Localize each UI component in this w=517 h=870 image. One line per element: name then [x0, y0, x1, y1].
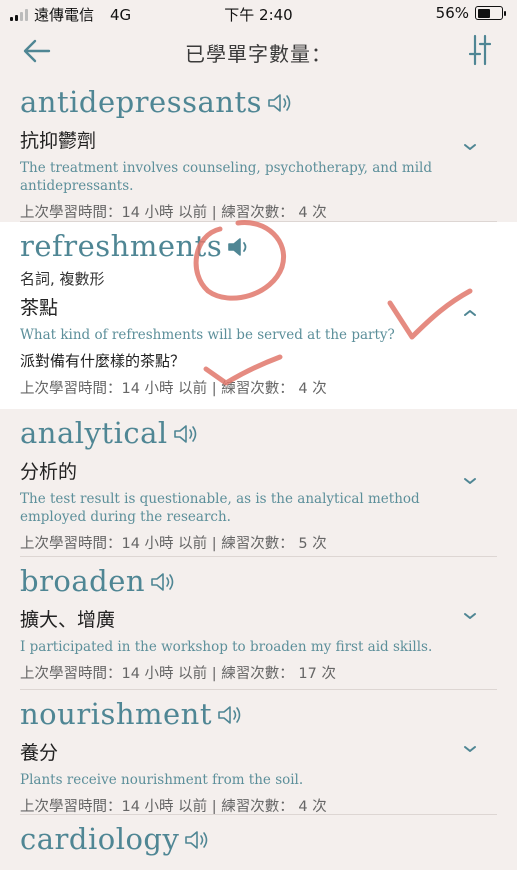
sliders-icon[interactable]: [469, 34, 491, 66]
word-card[interactable]: analytical 分析的 The test result is questi…: [0, 409, 517, 557]
example-sentence: Plants receive nourishment from the soil…: [20, 772, 304, 788]
last-study-time: 上次學習時間：14 小時 以前: [20, 381, 208, 397]
practice-count: 練習次數： 4 次: [221, 799, 327, 815]
speaker-icon[interactable]: [267, 92, 293, 114]
example-sentence: I participated in the workshop to broade…: [20, 639, 433, 655]
chevron-down-icon[interactable]: [463, 476, 477, 486]
example-sentence: What kind of refreshments will be served…: [20, 327, 395, 343]
word-card[interactable]: broaden 擴大、增廣 I participated in the work…: [0, 557, 517, 690]
chevron-down-icon[interactable]: [463, 142, 477, 152]
word-meaning: 茶點: [20, 297, 59, 319]
navigation-bar: 已學單字數量：: [0, 26, 517, 78]
study-meta: 上次學習時間：14 小時 以前 | 練習次數： 5 次: [20, 536, 327, 552]
word-card[interactable]: cardiology: [0, 815, 517, 870]
example-sentence: The treatment involves counseling, psych…: [20, 160, 432, 194]
practice-count: 練習次數： 5 次: [221, 536, 327, 552]
last-study-time: 上次學習時間：14 小時 以前: [20, 666, 208, 682]
word-meaning: 擴大、增廣: [20, 609, 116, 631]
word-text: antidepressants: [20, 85, 262, 119]
word-meaning: 抗抑鬱劑: [20, 130, 97, 152]
study-meta: 上次學習時間：14 小時 以前 | 練習次數： 4 次: [20, 205, 327, 221]
word-text: refreshments: [20, 229, 223, 263]
chevron-down-icon[interactable]: [463, 744, 477, 754]
word-text: cardiology: [20, 822, 180, 856]
word-meaning: 分析的: [20, 461, 78, 483]
example-sentence: The test result is questionable, as is t…: [20, 491, 420, 525]
speaker-icon[interactable]: [173, 423, 199, 445]
chevron-up-icon[interactable]: [463, 308, 477, 318]
word-card-expanded[interactable]: refreshments 名詞, 複數形 茶點 What kind of ref…: [0, 222, 517, 409]
last-study-time: 上次學習時間：14 小時 以前: [20, 536, 208, 552]
battery-percent: 56%: [435, 4, 469, 22]
practice-count: 練習次數： 4 次: [221, 381, 327, 397]
chevron-down-icon[interactable]: [463, 611, 477, 621]
word-list: antidepressants 抗抑鬱劑 The treatment invol…: [0, 78, 517, 870]
speaker-icon[interactable]: [217, 704, 243, 726]
study-meta: 上次學習時間：14 小時 以前 | 練習次數： 4 次: [20, 381, 327, 397]
word-card[interactable]: antidepressants 抗抑鬱劑 The treatment invol…: [0, 78, 517, 222]
last-study-time: 上次學習時間：14 小時 以前: [20, 205, 208, 221]
page-title: 已學單字數量：: [185, 42, 332, 66]
practice-count: 練習次數： 4 次: [221, 205, 327, 221]
word-card[interactable]: nourishment 養分 Plants receive nourishmen…: [0, 690, 517, 815]
part-of-speech: 名詞, 複數形: [20, 270, 105, 288]
battery-level: [477, 8, 491, 18]
speaker-icon[interactable]: [150, 571, 176, 593]
word-text: analytical: [20, 416, 168, 450]
word-text: nourishment: [20, 697, 213, 731]
study-meta: 上次學習時間：14 小時 以前 | 練習次數： 4 次: [20, 799, 327, 815]
example-translation: 派對備有什麼樣的茶點？: [20, 352, 186, 370]
study-meta: 上次學習時間：14 小時 以前 | 練習次數： 17 次: [20, 666, 336, 682]
battery-icon: [475, 6, 506, 20]
practice-count: 練習次數： 17 次: [221, 666, 336, 682]
word-text: broaden: [20, 564, 146, 598]
status-right: 56%: [435, 4, 506, 22]
status-bar: 遠傳電信 4G 下午 2:40 56%: [0, 0, 517, 26]
speaker-icon[interactable]: [184, 829, 210, 851]
word-meaning: 養分: [20, 742, 59, 764]
last-study-time: 上次學習時間：14 小時 以前: [20, 799, 208, 815]
speaker-active-icon[interactable]: [227, 236, 253, 258]
